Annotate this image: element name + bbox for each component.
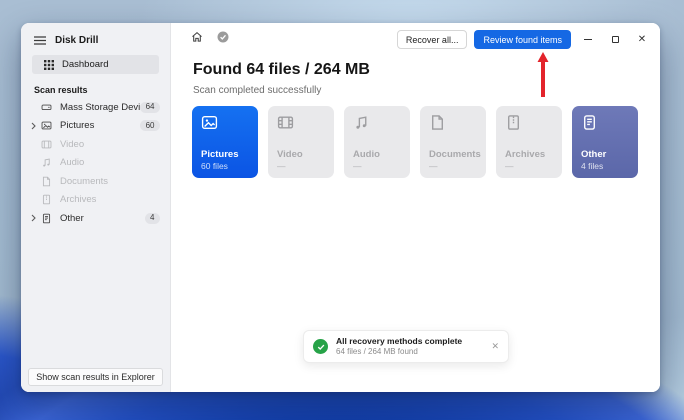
sidebar-item-label: Mass Storage Device USB... <box>60 102 140 113</box>
home-icon[interactable] <box>191 31 203 43</box>
main-pane: Recover all... Review found items ✕ Foun… <box>171 23 660 392</box>
card-count: — <box>429 161 478 171</box>
close-icon: ✕ <box>638 35 646 45</box>
sidebar-item-archives: Archives <box>21 191 170 210</box>
card-label: Other <box>581 149 630 160</box>
review-found-items-button[interactable]: Review found items <box>474 30 571 49</box>
category-card-other[interactable]: Other4 files <box>572 106 638 178</box>
sidebar-item-dashboard[interactable]: Dashboard <box>32 55 159 74</box>
note-icon <box>581 114 630 134</box>
sidebar: Disk Drill Dashboard Scan results Mass S… <box>21 23 171 392</box>
disk-drill-window: Disk Drill Dashboard Scan results Mass S… <box>21 23 660 392</box>
card-label: Archives <box>505 149 554 160</box>
sidebar-item-other[interactable]: Other4 <box>21 209 170 228</box>
archive-icon <box>40 194 53 205</box>
minimize-button[interactable] <box>578 30 598 49</box>
sidebar-item-mass-storage-device-usb[interactable]: Mass Storage Device USB...64 <box>21 98 170 117</box>
category-card-documents: Documents— <box>420 106 486 178</box>
category-card-video: Video— <box>268 106 334 178</box>
toast-close-icon[interactable]: ✕ <box>491 342 499 351</box>
sidebar-item-label: Other <box>60 213 145 224</box>
recovery-complete-toast: All recovery methods complete 64 files /… <box>303 330 509 363</box>
category-card-archives: Archives— <box>496 106 562 178</box>
count-badge: 64 <box>140 102 160 113</box>
red-annotation-arrow <box>537 52 549 97</box>
archive-icon <box>505 114 554 134</box>
sidebar-item-label: Documents <box>60 176 160 187</box>
page-subtitle: Scan completed successfully <box>193 85 321 96</box>
document-icon <box>429 114 478 134</box>
card-label: Video <box>277 149 326 160</box>
recover-all-button[interactable]: Recover all... <box>397 30 468 49</box>
close-button[interactable]: ✕ <box>632 30 652 49</box>
count-badge: 60 <box>140 120 160 131</box>
category-card-audio: Audio— <box>344 106 410 178</box>
maximize-button[interactable] <box>605 30 625 49</box>
card-count: 4 files <box>581 161 630 171</box>
dashboard-label: Dashboard <box>62 59 108 70</box>
card-label: Pictures <box>201 149 250 160</box>
music-note-icon <box>353 114 402 134</box>
toast-success-check-icon <box>313 339 328 354</box>
toast-subtitle: 64 files / 264 MB found <box>336 347 462 357</box>
audio-icon <box>40 157 53 168</box>
sidebar-item-label: Archives <box>60 194 160 205</box>
sidebar-item-label: Pictures <box>60 120 140 131</box>
category-cards: Pictures60 filesVideo—Audio—Documents—Ar… <box>192 106 638 178</box>
file-icon <box>40 213 53 224</box>
scan-results-section-label: Scan results <box>34 85 170 95</box>
dashboard-grid-icon <box>44 60 54 70</box>
card-count: — <box>505 161 554 171</box>
app-title: Disk Drill <box>55 35 98 46</box>
category-card-pictures[interactable]: Pictures60 files <box>192 106 258 178</box>
chevron-right-icon[interactable] <box>31 122 40 130</box>
sidebar-titlebar: Disk Drill <box>21 23 170 49</box>
toast-title: All recovery methods complete <box>336 336 462 347</box>
sidebar-item-audio: Audio <box>21 154 170 173</box>
show-in-explorer-button[interactable]: Show scan results in Explorer <box>28 368 163 386</box>
sidebar-item-label: Audio <box>60 157 160 168</box>
page-title: Found 64 files / 264 MB <box>193 61 370 79</box>
card-count: 60 files <box>201 161 250 171</box>
card-label: Documents <box>429 149 478 160</box>
sidebar-item-documents: Documents <box>21 172 170 191</box>
image-icon <box>201 114 250 134</box>
card-label: Audio <box>353 149 402 160</box>
maximize-icon <box>612 36 619 43</box>
video-icon <box>40 139 53 150</box>
card-count: — <box>277 161 326 171</box>
minimize-icon <box>584 39 592 40</box>
document-icon <box>40 176 53 187</box>
titlebar-controls: Recover all... Review found items ✕ <box>397 30 652 49</box>
hamburger-menu-icon[interactable] <box>34 36 46 45</box>
film-icon <box>277 114 326 134</box>
scan-complete-check-icon[interactable] <box>217 31 229 43</box>
drive-icon <box>40 102 53 113</box>
chevron-right-icon[interactable] <box>31 214 40 222</box>
pictures-icon <box>40 120 53 131</box>
card-count: — <box>353 161 402 171</box>
count-badge: 4 <box>145 213 160 224</box>
sidebar-item-pictures[interactable]: Pictures60 <box>21 117 170 136</box>
sidebar-item-label: Video <box>60 139 160 150</box>
main-toolbar-icons <box>191 31 229 43</box>
scan-results-list: Mass Storage Device USB...64Pictures60Vi… <box>21 98 170 228</box>
sidebar-item-video: Video <box>21 135 170 154</box>
